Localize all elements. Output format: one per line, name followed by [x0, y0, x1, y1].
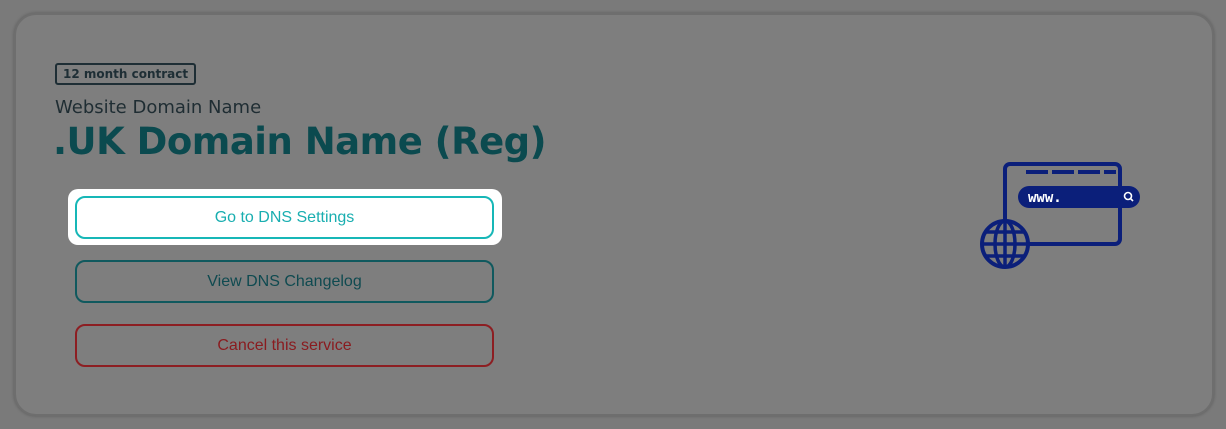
- dns-changelog-button[interactable]: View DNS Changelog: [75, 260, 494, 303]
- service-title: .UK Domain Name (Reg): [53, 120, 547, 163]
- address-bar-text: www.: [1028, 190, 1062, 206]
- dns-settings-button[interactable]: Go to DNS Settings: [75, 196, 494, 239]
- contract-badge: 12 month contract: [55, 63, 197, 85]
- browser-globe-icon: www.: [980, 162, 1140, 269]
- service-subtitle: Website Domain Name: [55, 97, 262, 118]
- globe-icon: [980, 219, 1030, 269]
- cancel-service-button[interactable]: Cancel this service: [75, 324, 494, 367]
